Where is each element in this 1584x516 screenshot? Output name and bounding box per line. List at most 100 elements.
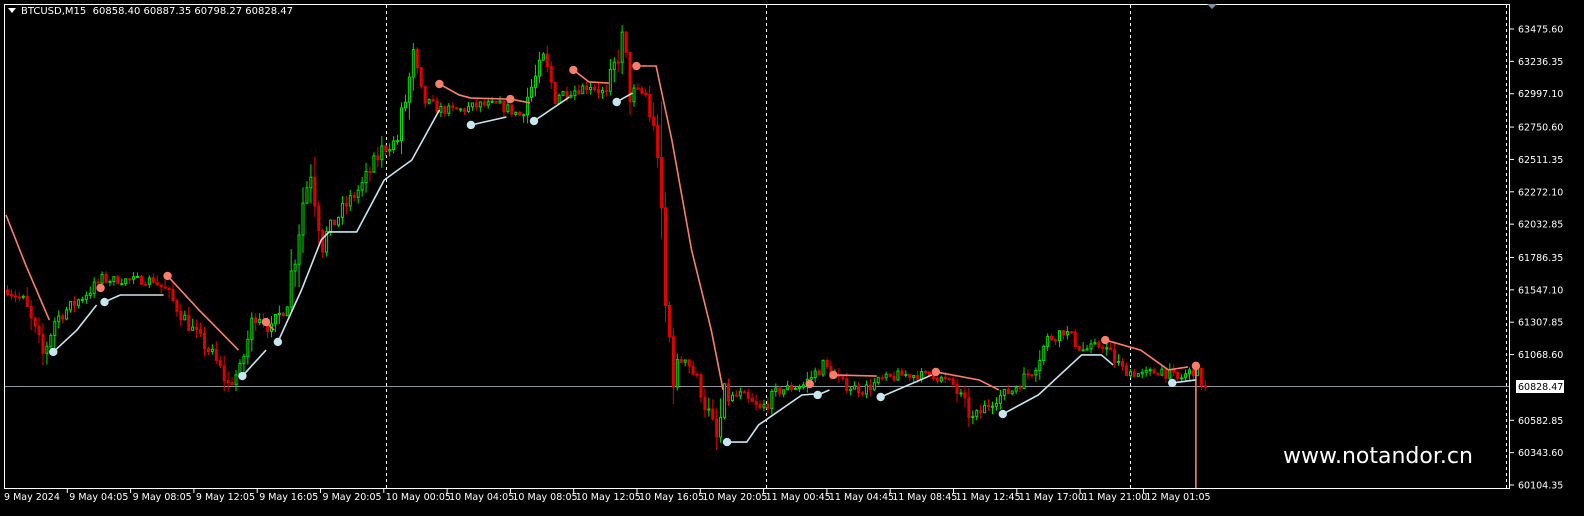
y-tick-label: 61547.10 bbox=[1518, 285, 1563, 296]
candle bbox=[727, 378, 731, 407]
candle bbox=[455, 107, 459, 110]
candle bbox=[1152, 367, 1156, 374]
candle bbox=[498, 96, 502, 104]
candle-body bbox=[1132, 371, 1136, 377]
upper-stop-dot bbox=[829, 370, 838, 380]
candle bbox=[553, 81, 557, 105]
candle-body bbox=[1046, 335, 1050, 347]
candle bbox=[33, 316, 37, 333]
candle bbox=[754, 394, 758, 411]
candle bbox=[1038, 350, 1042, 380]
candle-body bbox=[1038, 359, 1042, 371]
candle-body bbox=[313, 176, 317, 207]
y-tick-label: 62032.85 bbox=[1518, 220, 1563, 231]
y-tick-label: 60104.35 bbox=[1518, 481, 1563, 492]
candle bbox=[396, 134, 400, 145]
candle bbox=[372, 152, 376, 173]
upper-stop-line bbox=[1105, 339, 1189, 371]
candle bbox=[195, 319, 199, 339]
x-tick-label: 9 May 12:05 bbox=[196, 492, 255, 503]
dropdown-triangle-icon[interactable] bbox=[8, 8, 16, 13]
candle bbox=[853, 381, 857, 390]
candle-body bbox=[139, 275, 143, 285]
candle bbox=[616, 49, 620, 73]
upper-stop-line bbox=[833, 374, 877, 377]
candle-body bbox=[199, 328, 203, 334]
candle-body bbox=[786, 385, 790, 391]
candle bbox=[80, 296, 84, 304]
candle bbox=[612, 57, 616, 83]
price-chart[interactable]: 63475.60 63236.35 62997.10 62750.60 62511.35… bbox=[0, 0, 1584, 516]
upper-stop-line bbox=[572, 69, 609, 84]
candle-body bbox=[801, 384, 805, 388]
candle bbox=[1176, 371, 1180, 382]
candle-body bbox=[841, 376, 845, 380]
candle-body bbox=[994, 402, 998, 407]
candle-body bbox=[817, 370, 821, 376]
candle-body bbox=[758, 403, 762, 409]
candle bbox=[983, 400, 987, 414]
symbol-label: BTCUSD,M15 bbox=[21, 6, 87, 17]
candle-body bbox=[663, 207, 667, 307]
candle-body bbox=[967, 397, 971, 418]
candle bbox=[423, 85, 427, 108]
candle-body bbox=[612, 61, 616, 70]
candle bbox=[183, 310, 187, 321]
candle bbox=[797, 384, 801, 393]
candle bbox=[301, 187, 305, 253]
candle-body bbox=[660, 157, 664, 209]
candle-body bbox=[297, 234, 301, 265]
candle-body bbox=[648, 94, 652, 118]
chart-frame bbox=[4, 4, 1510, 489]
candle bbox=[392, 135, 396, 154]
candle bbox=[730, 391, 734, 403]
candle bbox=[72, 296, 76, 313]
candle bbox=[451, 102, 455, 112]
upper-stop-line bbox=[439, 83, 507, 100]
candle bbox=[419, 67, 423, 89]
candle bbox=[1018, 384, 1022, 392]
candle bbox=[656, 114, 660, 168]
candle-body bbox=[644, 92, 648, 96]
candle-body bbox=[860, 392, 864, 395]
candle bbox=[230, 376, 234, 386]
candle bbox=[376, 146, 380, 167]
candle-body bbox=[1113, 349, 1117, 363]
candle bbox=[1188, 367, 1191, 380]
lower-stop-line bbox=[241, 349, 267, 377]
candle bbox=[502, 99, 506, 118]
candle-body bbox=[782, 389, 786, 395]
candle-body bbox=[380, 145, 384, 161]
candle bbox=[723, 383, 727, 420]
candle-body bbox=[147, 277, 151, 285]
candle bbox=[112, 276, 116, 286]
candle bbox=[1085, 345, 1089, 351]
candle-body bbox=[372, 155, 376, 173]
upper-stop-dot bbox=[435, 79, 444, 89]
candle bbox=[766, 397, 770, 414]
price-axis: 63475.60 63236.35 62997.10 62750.60 62511.35… bbox=[1510, 25, 1563, 492]
candle bbox=[147, 275, 151, 288]
candle-body bbox=[896, 370, 900, 381]
candle-body bbox=[463, 108, 467, 112]
candle-body bbox=[76, 299, 80, 306]
candle bbox=[258, 313, 262, 326]
candle-body bbox=[423, 85, 427, 104]
candle bbox=[151, 273, 155, 284]
candle-body bbox=[845, 378, 849, 392]
lower-stop-line bbox=[1002, 354, 1114, 415]
lower-stop-dot bbox=[273, 337, 283, 347]
candle bbox=[1046, 333, 1050, 352]
candle-body bbox=[506, 104, 510, 113]
x-tick-label: 10 May 20:05 bbox=[702, 492, 767, 503]
candle bbox=[699, 372, 703, 403]
candle-body bbox=[553, 81, 557, 105]
candle bbox=[37, 317, 41, 344]
lower-stop-dot bbox=[100, 297, 109, 307]
candle-body bbox=[218, 359, 222, 367]
candle bbox=[530, 79, 534, 102]
candle bbox=[912, 374, 916, 382]
candle bbox=[652, 102, 656, 131]
candle-body bbox=[344, 202, 348, 207]
chart-shift-marker[interactable] bbox=[1207, 4, 1217, 9]
